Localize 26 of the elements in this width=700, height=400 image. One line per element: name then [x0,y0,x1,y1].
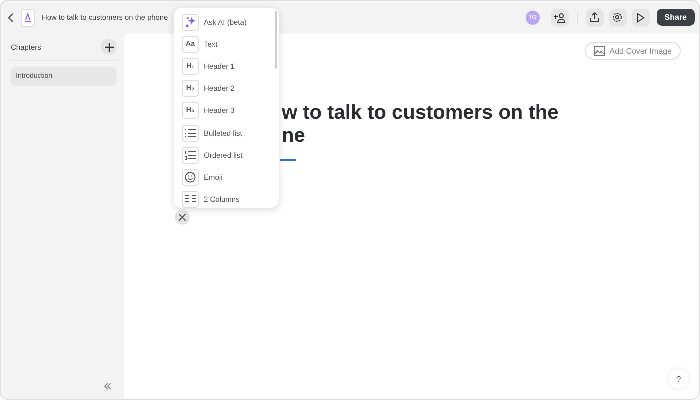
chapter-title: w to talk to customers on the [282,102,560,125]
play-button[interactable] [632,8,650,26]
collapse-icon[interactable] [104,383,112,390]
export-button[interactable] [586,8,604,26]
back-icon[interactable] [8,12,14,22]
add-user-button[interactable] [550,8,569,26]
columns-icon [182,191,199,208]
settings-icon [612,12,624,23]
emoji-icon [182,168,199,186]
share-button[interactable]: Share [656,9,695,26]
image-icon [594,46,605,56]
numbers-icon [182,146,199,164]
close-icon [179,214,186,221]
document-icon [21,8,35,26]
add-chapter-button[interactable] [101,39,117,55]
chapter-title: ne [282,125,306,148]
title-underline [280,159,296,161]
bullets-icon [182,124,199,142]
settings-button[interactable] [608,8,627,26]
add-person-icon [554,12,566,22]
help-button[interactable]: ? [669,369,689,389]
plus-icon [104,42,114,52]
ai-icon [182,14,199,31]
add-cover-image-button[interactable]: Add Cover Image [584,42,681,60]
play-icon [636,12,645,22]
upload-icon [590,12,600,23]
